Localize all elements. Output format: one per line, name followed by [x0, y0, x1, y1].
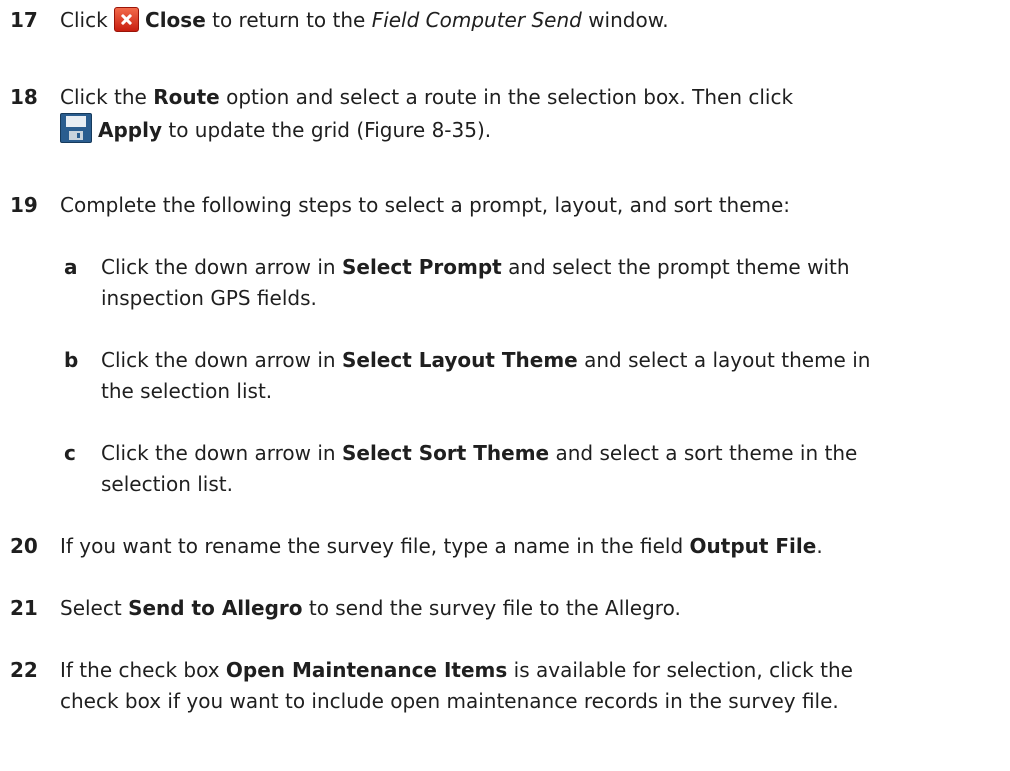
text-run: selection list.: [101, 472, 233, 496]
text-run: .: [816, 534, 823, 558]
ui-term-apply: Apply: [98, 118, 163, 142]
document-page: 17 Click Close to return to the Field Co…: [0, 0, 1010, 771]
text-run: and select a layout theme in: [584, 348, 871, 372]
substep-letter: a: [64, 255, 78, 279]
step-text: If you want to rename the survey file, t…: [60, 531, 995, 562]
text-run: is available for selection, click the: [513, 658, 853, 682]
substep-letter: b: [64, 348, 79, 372]
text-run: the selection list.: [101, 379, 273, 403]
step-number: 22: [10, 658, 38, 682]
text-run: If the check box: [60, 658, 220, 682]
step-text: Click the Route option and select a rout…: [60, 82, 995, 146]
step-number: 17: [10, 8, 38, 32]
ui-term-route: Route: [153, 85, 220, 109]
text-run: to return to the: [212, 8, 366, 32]
text-run: Click the: [60, 85, 147, 109]
window-name: Field Computer Send: [371, 8, 582, 32]
text-run: and select a sort theme in the: [555, 441, 858, 465]
substep-text: Click the down arrow in Select Prompt an…: [101, 252, 995, 314]
save-icon: [60, 113, 92, 143]
ui-term-output-file: Output File: [689, 534, 817, 558]
step-number: 19: [10, 193, 38, 217]
text-run: check box if you want to include open ma…: [60, 689, 839, 713]
text-run: Click the down arrow in: [101, 348, 336, 372]
text-run: option and select a route in the selecti…: [226, 85, 794, 109]
text-run: to update the grid (Figure 8-35).: [168, 118, 492, 142]
ui-term-select-layout-theme: Select Layout Theme: [341, 348, 578, 372]
step-text: If the check box Open Maintenance Items …: [60, 655, 995, 717]
text-run: inspection GPS fields.: [101, 286, 317, 310]
close-icon: [114, 7, 140, 32]
ui-term-close: Close: [145, 8, 206, 32]
text-run: Click the down arrow in: [101, 255, 336, 279]
text-run: window.: [588, 8, 669, 32]
step-text: Select Send to Allegro to send the surve…: [60, 593, 995, 624]
substep-text: Click the down arrow in Select Sort Them…: [101, 438, 995, 500]
step-number: 18: [10, 85, 38, 109]
step-number: 20: [10, 534, 38, 558]
ui-term-send-to-allegro: Send to Allegro: [128, 596, 303, 620]
ui-term-select-sort-theme: Select Sort Theme: [341, 441, 550, 465]
substep-text: Click the down arrow in Select Layout Th…: [101, 345, 995, 407]
step-number: 21: [10, 596, 38, 620]
text-run: Select: [60, 596, 122, 620]
text-run: If you want to rename the survey file, t…: [60, 534, 684, 558]
ui-term-open-maintenance-items: Open Maintenance Items: [225, 658, 508, 682]
step-text: Click Close to return to the Field Compu…: [60, 5, 995, 36]
ui-term-select-prompt: Select Prompt: [341, 255, 502, 279]
step-text: Complete the following steps to select a…: [60, 193, 791, 217]
text-run: Click the down arrow in: [101, 441, 336, 465]
text-run: and select the prompt theme with: [508, 255, 850, 279]
substep-letter: c: [64, 441, 76, 465]
text-run: to send the survey file to the Allegro.: [308, 596, 681, 620]
text-run: Click: [60, 8, 108, 32]
